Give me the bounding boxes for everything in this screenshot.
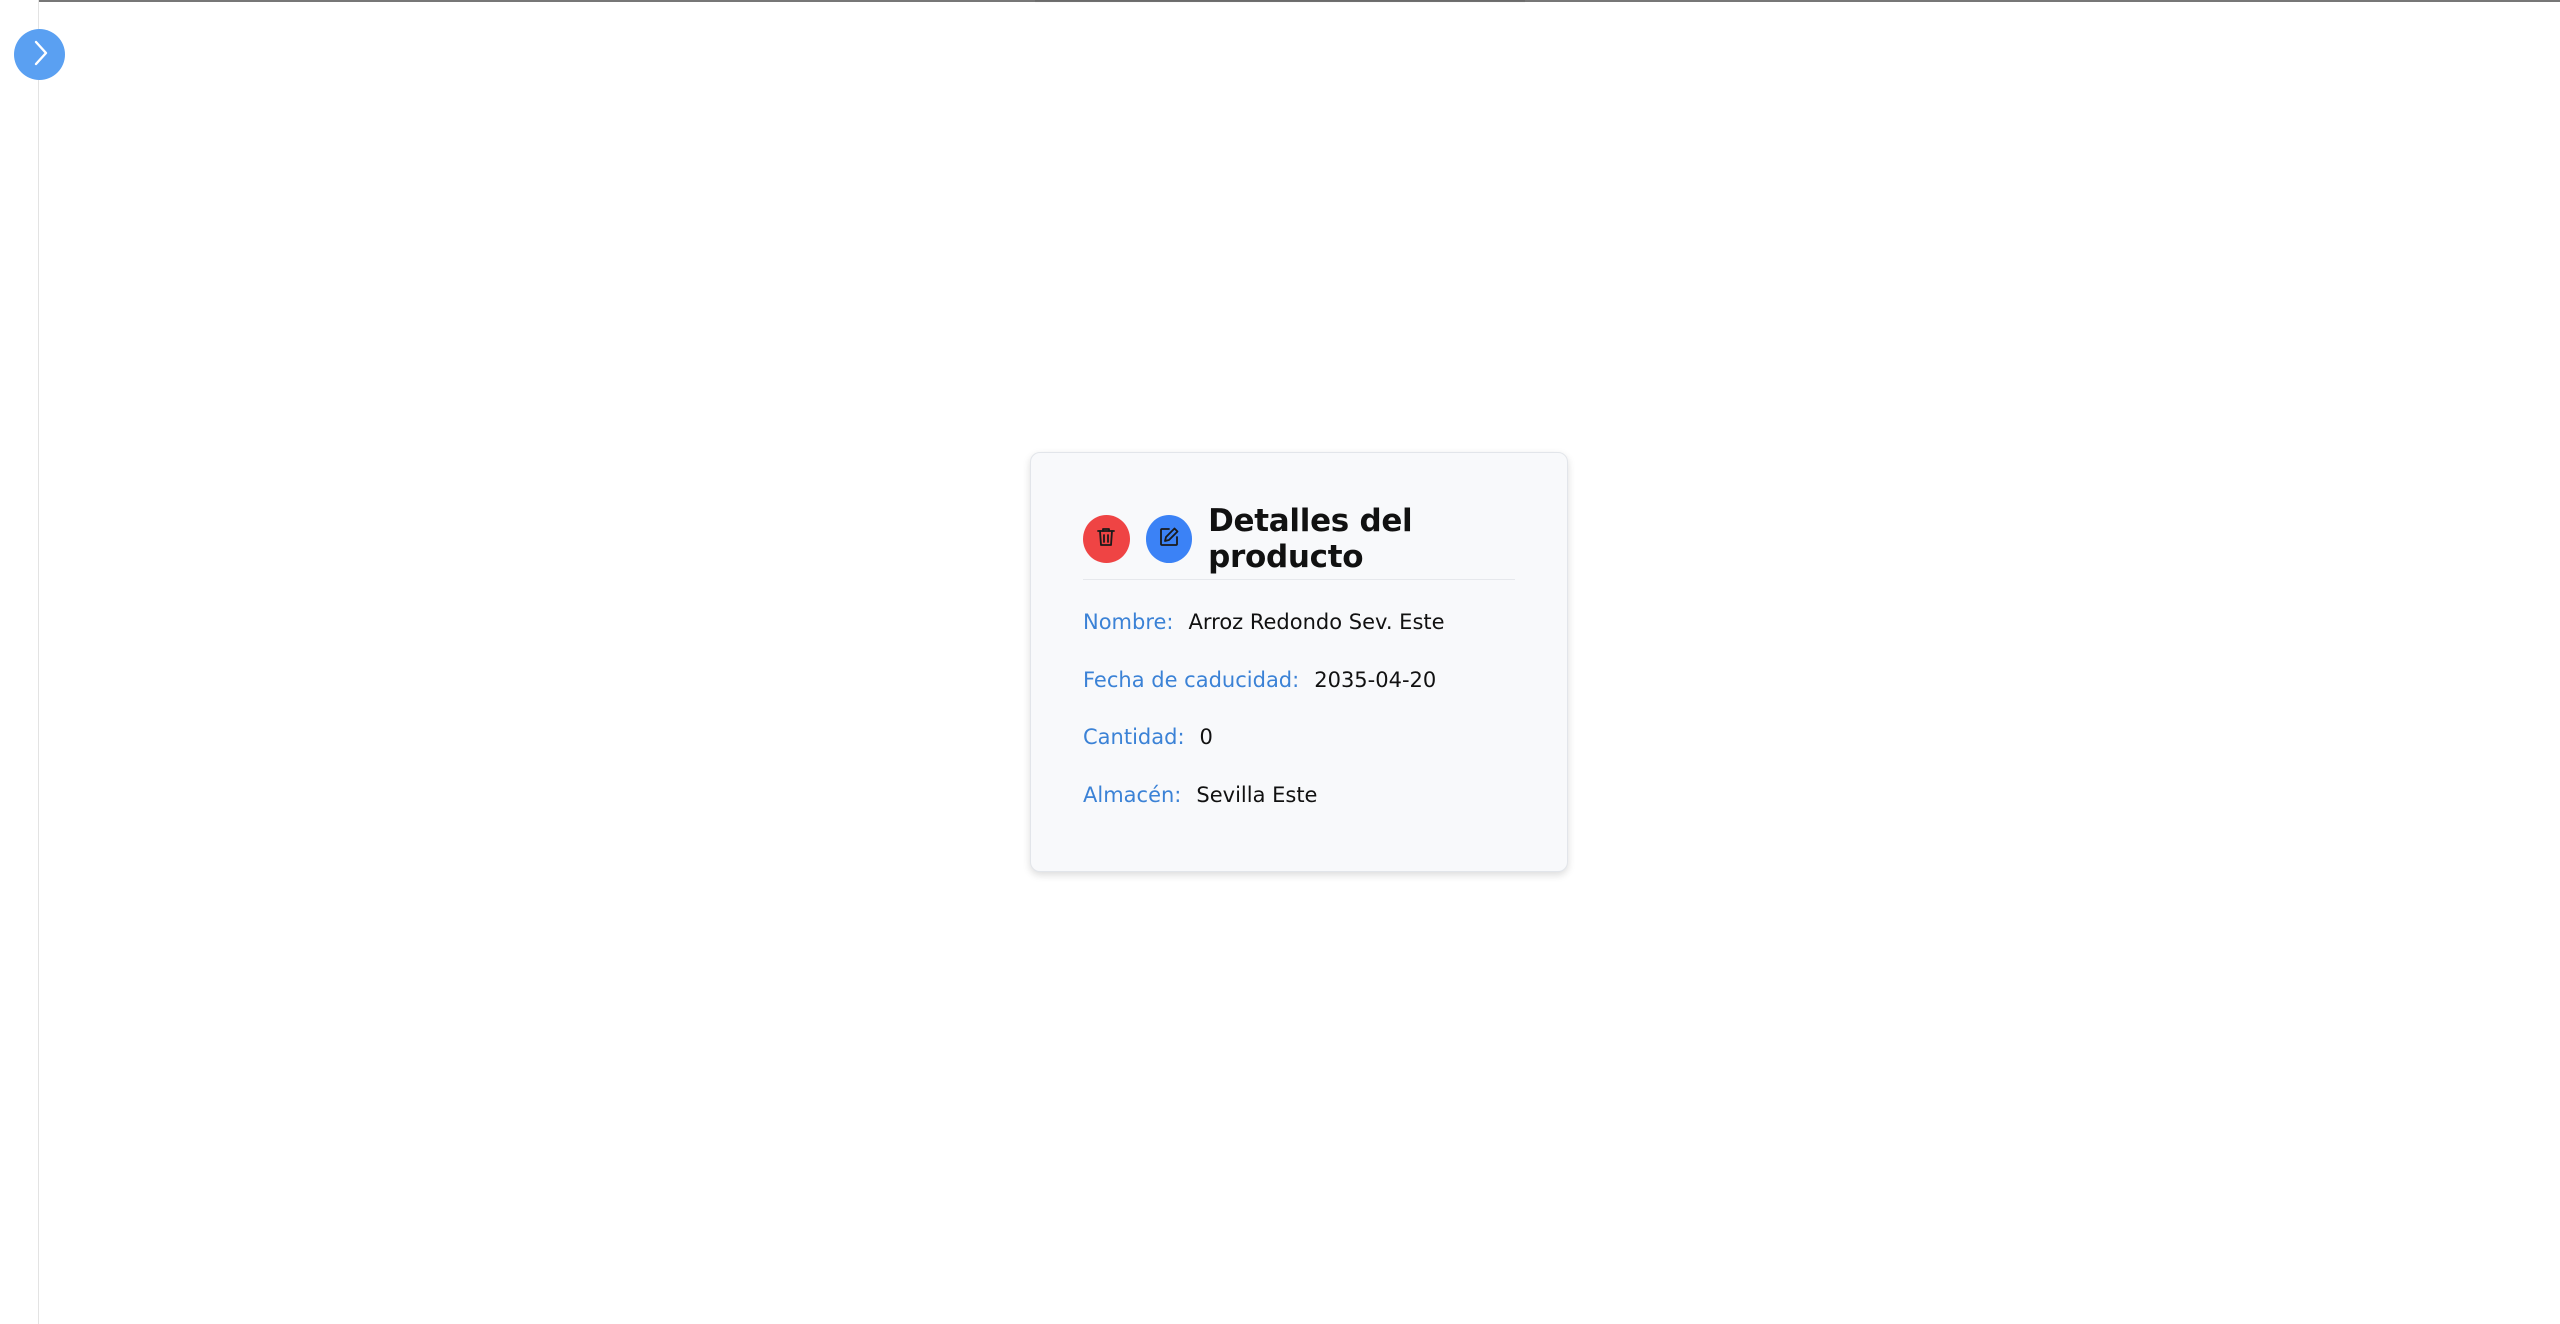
sidebar-toggle-button[interactable]	[14, 29, 65, 80]
product-details-card: Detalles del producto Nombre: Arroz Redo…	[1030, 452, 1568, 872]
edit-icon	[1157, 525, 1181, 553]
field-value: Sevilla Este	[1196, 783, 1318, 807]
field-label: Fecha de caducidad:	[1083, 668, 1300, 692]
delete-button[interactable]	[1083, 515, 1130, 563]
edit-button[interactable]	[1145, 515, 1193, 563]
field-cantidad: Cantidad: 0	[1083, 725, 1213, 749]
field-label: Cantidad:	[1083, 725, 1185, 749]
field-fecha-caducidad: Fecha de caducidad: 2035-04-20	[1083, 668, 1436, 692]
chevron-right-icon	[29, 39, 51, 71]
trash-icon	[1094, 525, 1118, 553]
field-nombre: Nombre: Arroz Redondo Sev. Este	[1083, 610, 1445, 634]
top-shadow	[1035, 0, 1525, 3]
header-divider	[1083, 579, 1515, 580]
field-label: Nombre:	[1083, 610, 1174, 634]
field-value: 2035-04-20	[1314, 668, 1437, 692]
field-label: Almacén:	[1083, 783, 1182, 807]
field-value: 0	[1199, 725, 1213, 749]
field-value: Arroz Redondo Sev. Este	[1188, 610, 1445, 634]
card-header: Detalles del producto	[1083, 503, 1567, 575]
card-title: Detalles del producto	[1208, 503, 1413, 575]
collapsed-sidebar	[0, 0, 39, 1324]
field-almacen: Almacén: Sevilla Este	[1083, 783, 1317, 807]
